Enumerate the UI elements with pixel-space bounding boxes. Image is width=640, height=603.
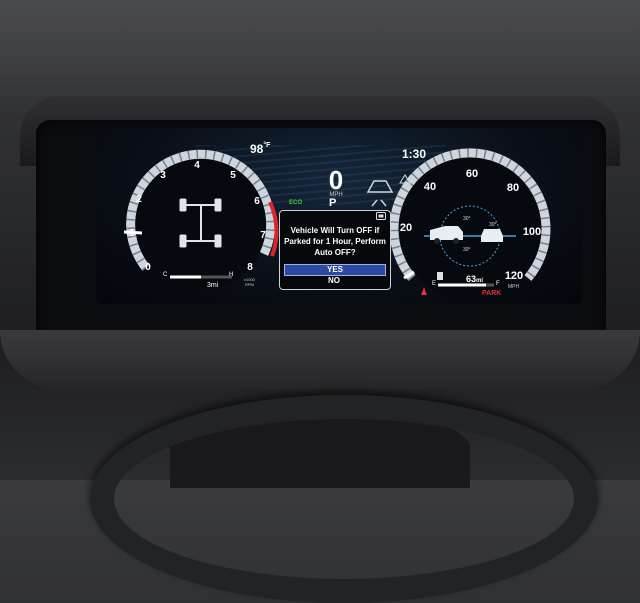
rpm-unit-label: RPM <box>245 282 254 287</box>
seatbelt-warning-icon <box>421 287 427 295</box>
tach-tick-4: 4 <box>194 160 200 171</box>
roll-angle-top: 30° <box>489 222 497 228</box>
yes-button[interactable]: YES <box>284 264 386 276</box>
speedo-tick-20: 20 <box>399 222 413 234</box>
rpm-unit: x1000 RPM <box>244 277 255 287</box>
tach-tick-3: 3 <box>160 170 166 181</box>
tach-tick-6: 6 <box>254 196 260 207</box>
outside-temp-value: 98 <box>250 142 264 156</box>
coolant-low-label: C <box>163 272 168 278</box>
speedo-tick-40: 40 <box>423 181 437 193</box>
fuel-pump-icon <box>437 272 443 280</box>
park-indicator: PARK <box>482 290 502 297</box>
auto-off-dialog: Vehicle Will Turn OFF if Parked for 1 Ho… <box>279 210 391 290</box>
tach-tick-7: 7 <box>260 230 266 241</box>
fuel-full-label: F <box>496 281 500 287</box>
speedo-tick-100: 100 <box>522 226 542 238</box>
coolant-high-label: H <box>229 272 234 278</box>
auto-off-icon <box>376 212 386 220</box>
trip-distance: 3mi <box>207 282 219 289</box>
fuel-range: 63mi <box>466 274 483 284</box>
roll-angle-bottom: 30° <box>463 247 471 253</box>
vehicle-roll-icon <box>481 229 503 242</box>
road-lane-icon <box>366 180 394 207</box>
pitch-angle: 30° <box>463 216 471 222</box>
range-unit: mi <box>476 278 484 284</box>
outside-temperature: 98°F <box>250 142 270 156</box>
range-value: 63 <box>466 274 477 284</box>
outside-temp-unit: °F <box>263 142 271 149</box>
speedo-tick-60: 60 <box>465 168 479 180</box>
tach-tick-8: 8 <box>247 262 253 273</box>
fuel-empty-label: E <box>432 281 437 287</box>
eco-mode-indicator: ECO <box>289 200 303 206</box>
tach-tick-5: 5 <box>230 170 236 181</box>
speedo-tick-120: 120 <box>504 270 524 282</box>
clock: 1:30 <box>402 147 427 161</box>
steering-wheel <box>90 395 598 603</box>
tach-tick-0: 0 <box>145 262 151 273</box>
tach-tick-1: 1 <box>129 228 135 239</box>
speedo-unit: MPH <box>508 284 520 290</box>
dialog-message: Vehicle Will Turn OFF if Parked for 1 Ho… <box>284 226 386 257</box>
no-button[interactable]: NO <box>284 276 384 286</box>
gear-indicator: P <box>329 197 337 209</box>
tach-tick-2: 2 <box>136 194 142 205</box>
speedo-tick-80: 80 <box>506 182 520 194</box>
